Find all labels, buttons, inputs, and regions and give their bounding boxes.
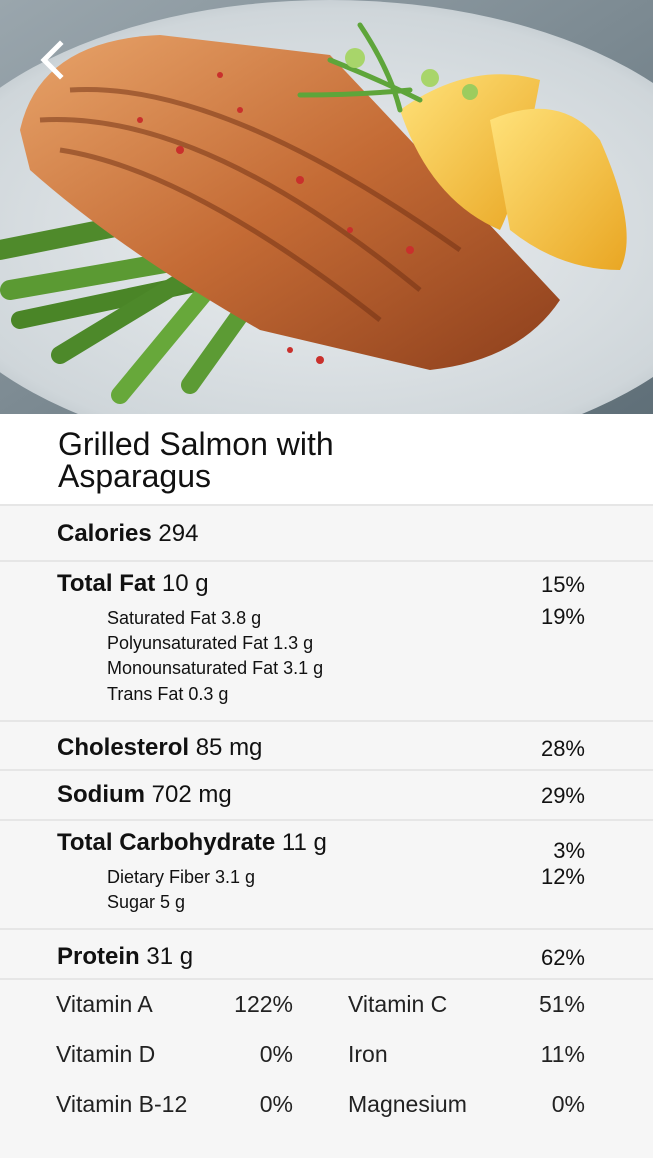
divider [0, 720, 653, 722]
divider [0, 819, 653, 821]
total-fat-percent: 15% [540, 572, 585, 597]
protein-row: Protein 31 g [57, 943, 193, 971]
sodium-percent: 29% [540, 783, 585, 808]
total-carbohydrate-label: Total Carbohydrate [57, 829, 276, 856]
vitamin-b12-value: 0% [259, 1091, 293, 1117]
divider [0, 978, 653, 980]
chevron-left-icon [40, 40, 64, 80]
calories-label: Calories [57, 520, 152, 547]
sugar: Sugar 5 g [107, 892, 186, 912]
vitamin-c-label: Vitamin C [348, 991, 448, 1017]
cholesterol-label: Cholesterol [57, 734, 190, 761]
polyunsaturated-fat: Polyunsaturated Fat 1.3 g [107, 633, 314, 653]
total-carbohydrate-percent: 3% [553, 838, 585, 863]
vitamin-a-value: 122% [234, 991, 293, 1017]
iron-label: Iron [348, 1041, 388, 1067]
protein-value: 31 g [146, 943, 194, 970]
trans-fat: Trans Fat 0.3 g [107, 684, 229, 704]
saturated-fat: Saturated Fat 3.8 g [107, 608, 262, 628]
protein-label: Protein [57, 943, 140, 970]
vitamin-b12-label: Vitamin B-12 [56, 1091, 188, 1117]
cholesterol-percent: 28% [540, 736, 585, 761]
magnesium-value: 0% [551, 1091, 585, 1117]
vitamin-d-label: Vitamin D [56, 1041, 156, 1067]
protein-percent: 62% [540, 945, 585, 970]
vitamin-d-value: 0% [259, 1041, 293, 1067]
divider [0, 560, 653, 562]
sodium-value: 702 mg [151, 781, 232, 808]
recipe-title: Grilled Salmon with Asparagus [58, 426, 334, 494]
monounsaturated-fat: Monounsaturated Fat 3.1 g [107, 658, 324, 678]
divider [0, 504, 653, 506]
dietary-fiber: Dietary Fiber 3.1 g [107, 867, 256, 887]
sodium-row: Sodium 702 mg [57, 781, 232, 809]
total-fat-row: Total Fat 10 g [57, 570, 209, 598]
calories-value: 294 [158, 520, 199, 547]
vitamin-a-label: Vitamin A [56, 991, 153, 1017]
total-carbohydrate-value: 11 g [281, 829, 327, 856]
total-carbohydrate-row: Total Carbohydrate 11 g [57, 829, 327, 857]
dietary-fiber-percent: 12% [540, 864, 585, 889]
magnesium-label: Magnesium [348, 1091, 467, 1117]
back-button[interactable] [36, 38, 70, 82]
vitamin-c-value: 51% [538, 991, 585, 1017]
divider [0, 928, 653, 930]
sodium-label: Sodium [57, 781, 145, 808]
cholesterol-value: 85 mg [195, 734, 263, 761]
salmon-photo-illustration [0, 0, 653, 414]
recipe-photo [0, 0, 653, 414]
cholesterol-row: Cholesterol 85 mg [57, 734, 262, 762]
saturated-fat-percent: 19% [540, 604, 585, 629]
iron-value: 11% [540, 1041, 585, 1067]
total-fat-value: 10 g [161, 570, 209, 597]
divider [0, 769, 653, 771]
total-fat-label: Total Fat [57, 570, 156, 597]
calories-row: Calories 294 [57, 520, 198, 548]
